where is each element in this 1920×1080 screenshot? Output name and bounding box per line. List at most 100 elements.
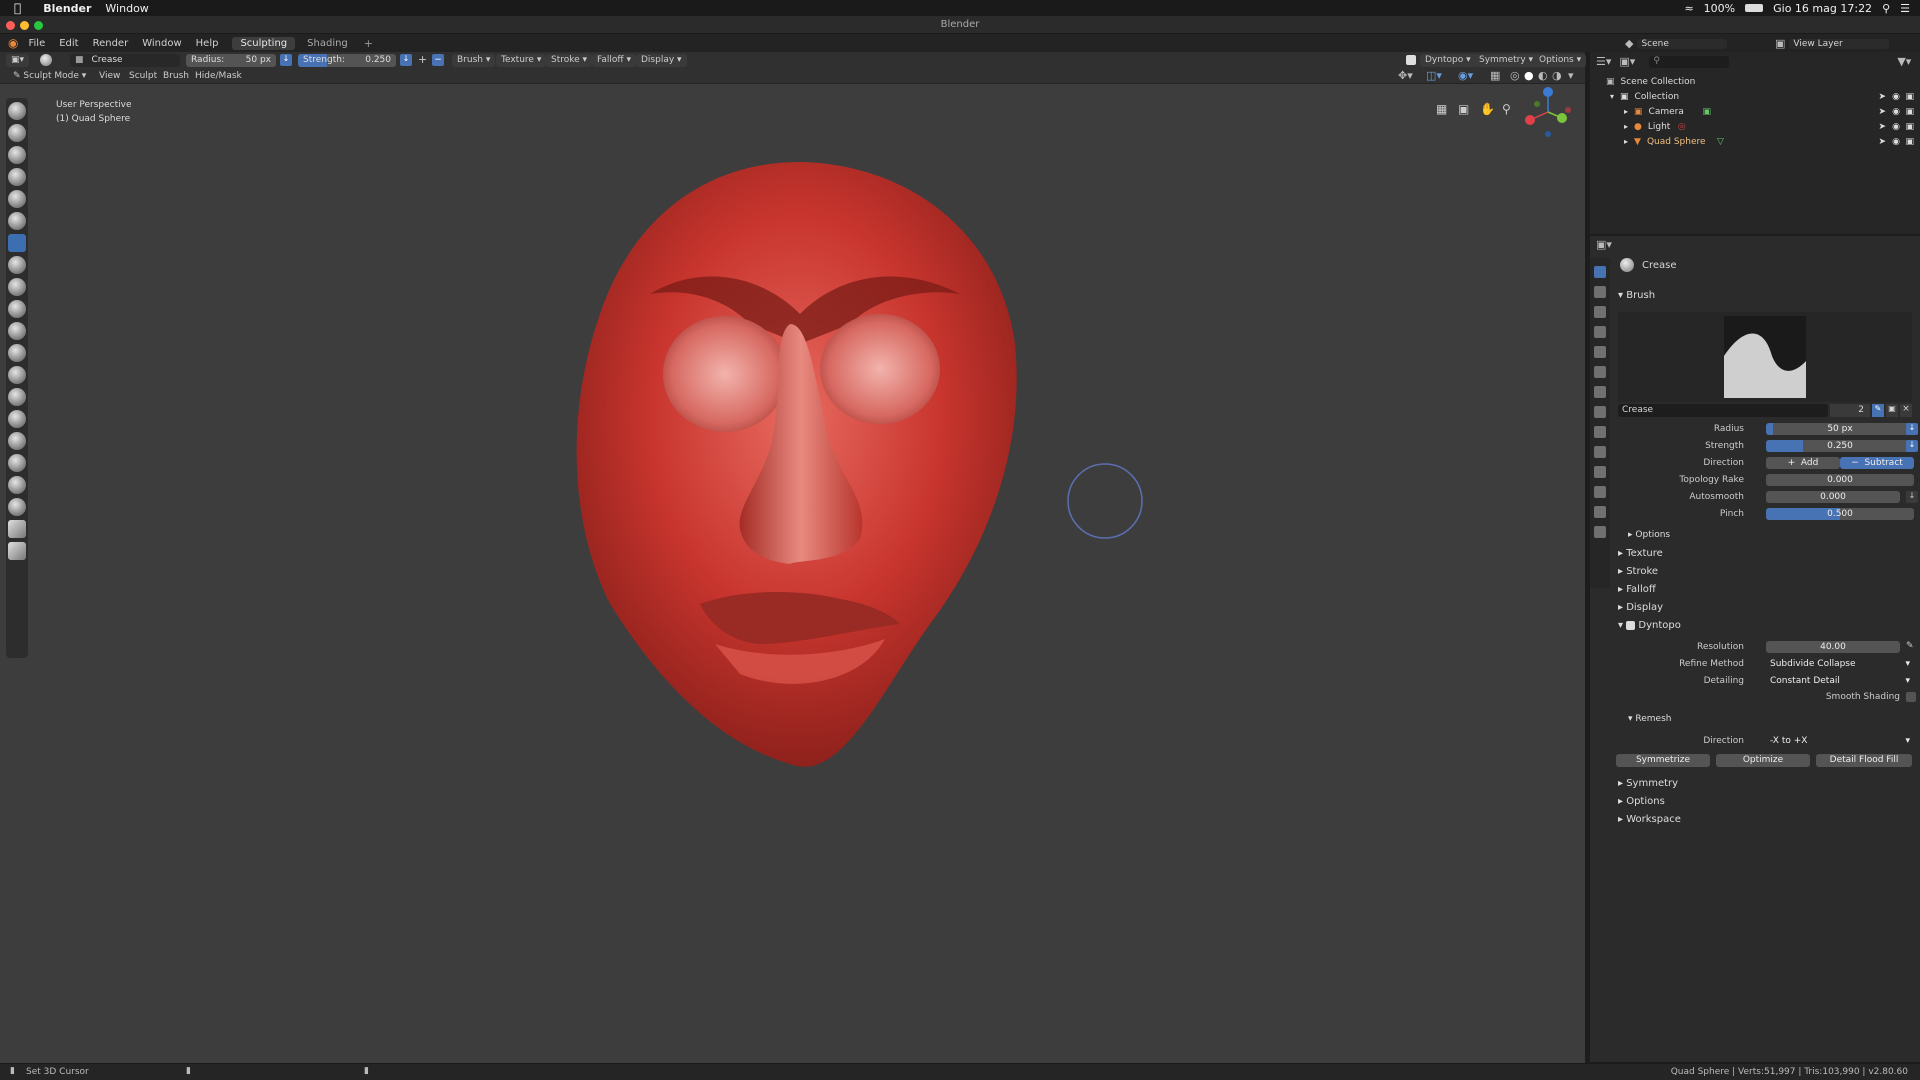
tab-sculpting[interactable]: Sculpting bbox=[232, 36, 296, 50]
texture-section[interactable]: ▸ Texture bbox=[1618, 548, 1663, 559]
outliner-row-scene-collection[interactable]: ▣ Scene Collection bbox=[1590, 74, 1920, 89]
shading-rendered-icon[interactable]: ◑ bbox=[1552, 69, 1562, 82]
camera-view-icon[interactable]: ▣ bbox=[1458, 102, 1469, 116]
direction-add-icon[interactable]: + bbox=[418, 53, 427, 66]
brush-name-field[interactable]: ■ Crease bbox=[70, 53, 180, 67]
autosmooth-pressure-icon[interactable]: ↓ bbox=[1906, 491, 1918, 503]
editor-type-icon[interactable]: ▣▾ bbox=[6, 53, 30, 67]
radius-prop-slider[interactable]: 50 px bbox=[1766, 423, 1914, 435]
outliner-row-camera[interactable]: ▸ ▣ Camera ▣ ➤ ◉ ▣ bbox=[1590, 104, 1920, 119]
mac-app-menu[interactable]: Blender bbox=[43, 2, 91, 15]
remesh-subsection[interactable]: ▾ Remesh bbox=[1628, 714, 1671, 724]
tool-simplify-icon[interactable] bbox=[8, 476, 26, 494]
tool-blob-icon[interactable] bbox=[8, 212, 26, 230]
direction-subtract-button[interactable]: − Subtract bbox=[1840, 457, 1914, 469]
outliner-search-input[interactable]: ⚲ bbox=[1649, 55, 1730, 68]
camera-render-icon[interactable]: ▣ bbox=[1905, 107, 1914, 117]
resolution-field[interactable]: 40.00 bbox=[1766, 641, 1900, 653]
menu-list-icon[interactable]: ☰ bbox=[1900, 2, 1910, 15]
options-subsection[interactable]: ▸ Options bbox=[1628, 530, 1670, 540]
menu-edit[interactable]: Edit bbox=[59, 38, 78, 49]
outliner-row-collection[interactable]: ▾ ▣ Collection ➤ ◉ ▣ bbox=[1590, 89, 1920, 104]
strength-pressure-icon[interactable]: ↓ bbox=[400, 54, 412, 66]
stroke-menu[interactable]: Stroke ▾ bbox=[546, 53, 593, 67]
expand-camera-icon[interactable]: ▸ bbox=[1624, 107, 1628, 116]
unlink-brush-icon[interactable]: × bbox=[1900, 404, 1912, 417]
detailing-select[interactable]: Constant Detail ▾ bbox=[1766, 675, 1914, 687]
quad-sphere-select-icon[interactable]: ➤ bbox=[1878, 137, 1886, 147]
shading-options-icon[interactable]: ▾ bbox=[1568, 69, 1574, 82]
mode-selector[interactable]: ✎ Sculpt Mode ▾ bbox=[8, 70, 91, 83]
symmetry-section[interactable]: ▸ Symmetry bbox=[1618, 778, 1678, 789]
pan-view-icon[interactable]: ✋ bbox=[1480, 102, 1495, 116]
symmetry-menu[interactable]: Symmetry ▾ bbox=[1474, 53, 1539, 67]
tab-data-icon[interactable] bbox=[1594, 486, 1606, 498]
scene-field[interactable]: Scene bbox=[1637, 38, 1728, 49]
tab-particles-icon[interactable] bbox=[1594, 426, 1606, 438]
sculpt-menu[interactable]: Sculpt bbox=[124, 70, 162, 83]
sculpted-head-model[interactable] bbox=[576, 162, 1017, 767]
tool-fill-icon[interactable] bbox=[8, 300, 26, 318]
tool-rotate-icon[interactable] bbox=[8, 454, 26, 472]
remesh-direction-select[interactable]: -X to +X ▾ bbox=[1766, 735, 1914, 747]
tab-constraints-icon[interactable] bbox=[1594, 466, 1606, 478]
outliner-editor-type-icon[interactable]: ☰▾ bbox=[1596, 55, 1611, 68]
tool-draw-icon[interactable] bbox=[8, 102, 26, 120]
symmetrize-button[interactable]: Symmetrize bbox=[1616, 754, 1710, 767]
direction-add-button[interactable]: + Add bbox=[1766, 457, 1840, 469]
tool-thumb-icon[interactable] bbox=[8, 410, 26, 428]
tab-output-icon[interactable] bbox=[1594, 306, 1606, 318]
tool-inflate-icon[interactable] bbox=[8, 190, 26, 208]
3d-viewport[interactable]: ▦ ▣ ✋ ⚲ bbox=[0, 84, 1585, 1063]
outliner-row-light[interactable]: ▸ ● Light ◎ ➤ ◉ ▣ bbox=[1590, 119, 1920, 134]
dyntopo-checkbox[interactable] bbox=[1406, 55, 1416, 65]
tab-physics-icon[interactable] bbox=[1594, 446, 1606, 458]
menu-file[interactable]: File bbox=[28, 38, 45, 49]
radius-slider[interactable]: Radius: 50 px bbox=[186, 53, 276, 67]
pinch-slider[interactable]: 0.500 bbox=[1766, 508, 1914, 520]
tab-modifiers-icon[interactable] bbox=[1594, 406, 1606, 418]
view-menu[interactable]: View bbox=[94, 70, 125, 83]
tool-grab-icon[interactable] bbox=[8, 366, 26, 384]
refine-method-select[interactable]: Subdivide Collapse ▾ bbox=[1766, 658, 1914, 670]
tab-material-icon[interactable] bbox=[1594, 506, 1606, 518]
camera-select-icon[interactable]: ➤ bbox=[1878, 107, 1886, 117]
menu-window[interactable]: Window bbox=[142, 38, 181, 49]
light-select-icon[interactable]: ➤ bbox=[1878, 122, 1886, 132]
collection-select-icon[interactable]: ➤ bbox=[1878, 92, 1886, 102]
light-render-icon[interactable]: ▣ bbox=[1905, 122, 1914, 132]
brush-preview-area[interactable] bbox=[1618, 312, 1912, 402]
brush-section-header[interactable]: ▾ Brush bbox=[1618, 290, 1655, 301]
tool-clay-icon[interactable] bbox=[8, 124, 26, 142]
xray-icon[interactable]: ▦ bbox=[1490, 69, 1500, 82]
topology-rake-slider[interactable]: 0.000 bbox=[1766, 474, 1914, 486]
strength-prop-slider[interactable]: 0.250 bbox=[1766, 440, 1914, 452]
tool-crease-icon[interactable] bbox=[8, 234, 26, 252]
zoom-view-icon[interactable]: ⚲ bbox=[1502, 102, 1511, 116]
strength-prop-pressure-icon[interactable]: ↓ bbox=[1906, 440, 1918, 452]
tool-layer-icon[interactable] bbox=[8, 168, 26, 186]
radius-pressure-icon[interactable]: ↓ bbox=[280, 54, 292, 66]
toggle-camera-view-icon[interactable]: ▦ bbox=[1436, 102, 1447, 116]
display-menu[interactable]: Display ▾ bbox=[636, 53, 687, 67]
brush-menu[interactable]: Brush ▾ bbox=[452, 53, 496, 67]
wifi-icon[interactable]: ≈ bbox=[1684, 2, 1693, 15]
tab-texture-icon[interactable] bbox=[1594, 526, 1606, 538]
tab-view-layer-icon[interactable] bbox=[1594, 326, 1606, 338]
outliner-display-mode-icon[interactable]: ▣▾ bbox=[1619, 55, 1635, 68]
dyntopo-section-checkbox[interactable] bbox=[1626, 620, 1636, 630]
transform-orientation-icon[interactable]: ✥▾ bbox=[1398, 69, 1413, 82]
collection-render-icon[interactable]: ▣ bbox=[1905, 92, 1914, 102]
expand-light-icon[interactable]: ▸ bbox=[1624, 122, 1628, 131]
expand-collection-icon[interactable]: ▾ bbox=[1610, 92, 1614, 101]
outliner-row-quad-sphere[interactable]: ▸ ▼ Quad Sphere ▽ ➤ ◉ ▣ bbox=[1590, 134, 1920, 149]
axis-gizmo-icon[interactable] bbox=[1510, 86, 1580, 146]
smooth-shading-checkbox[interactable] bbox=[1906, 692, 1916, 702]
blender-logo-icon[interactable]: ◉ bbox=[8, 36, 18, 50]
expand-quad-sphere-icon[interactable]: ▸ bbox=[1624, 137, 1628, 146]
tool-flatten-icon[interactable] bbox=[8, 278, 26, 296]
add-workspace-button[interactable]: + bbox=[364, 37, 373, 50]
direction-subtract-icon[interactable]: − bbox=[432, 54, 444, 66]
menu-render[interactable]: Render bbox=[93, 38, 129, 49]
resolution-eyedropper-icon[interactable]: ✎ bbox=[1906, 641, 1914, 651]
